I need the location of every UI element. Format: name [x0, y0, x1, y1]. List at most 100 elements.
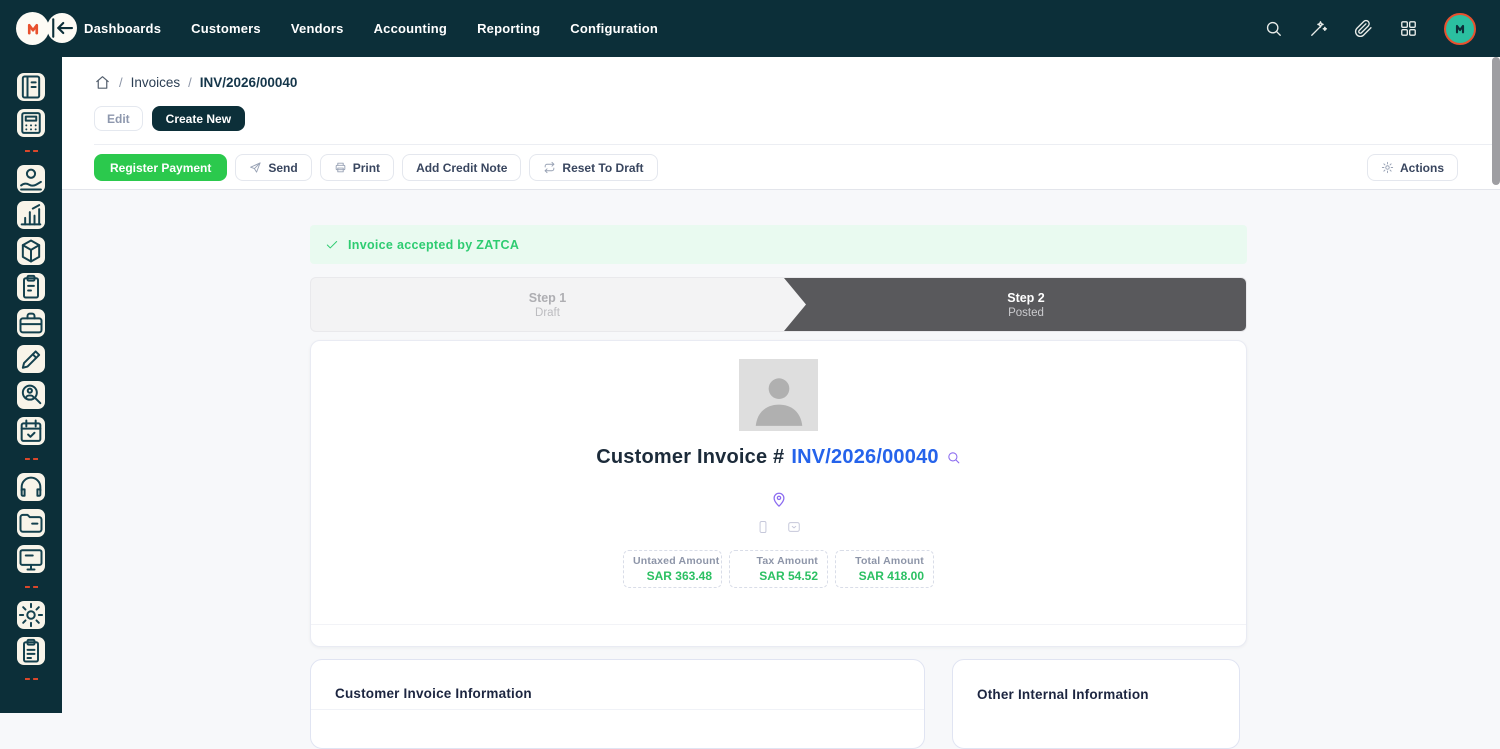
scrollbar-thumb[interactable] — [1492, 57, 1500, 185]
send-button[interactable]: Send — [235, 154, 311, 181]
sidebar-divider — [25, 678, 38, 680]
invoice-search-icon[interactable] — [946, 450, 961, 465]
customer-avatar-placeholder[interactable] — [739, 359, 818, 431]
add-credit-note-label: Add Credit Note — [416, 161, 507, 175]
sidebar — [0, 57, 62, 713]
sidebar-divider — [25, 458, 38, 460]
content-column: Invoice accepted by ZATCA Step 1 Draft S… — [310, 190, 1247, 749]
refresh-icon — [543, 161, 556, 174]
create-new-button[interactable]: Create New — [152, 106, 245, 131]
sidebar-divider — [25, 150, 38, 152]
sidebar-item-calculator-report[interactable] — [17, 109, 45, 137]
sidebar-item-hand-money[interactable] — [17, 165, 45, 193]
actions-button[interactable]: Actions — [1367, 154, 1458, 181]
step-1-label: Step 1 — [529, 291, 567, 305]
info-sections: Customer Invoice Information Other Inter… — [310, 659, 1247, 749]
sidebar-item-package-add[interactable] — [17, 237, 45, 265]
send-label: Send — [268, 161, 297, 175]
reset-to-draft-button[interactable]: Reset To Draft — [529, 154, 657, 181]
sidebar-item-clipboard-calculator[interactable] — [17, 273, 45, 301]
menu-item-dashboards[interactable]: Dashboards — [84, 21, 161, 36]
email-icon[interactable] — [787, 520, 801, 534]
amounts-row: Untaxed AmountSAR 363.48 Tax Amount SAR 54… — [623, 550, 934, 588]
bar-chart-icon — [17, 201, 45, 229]
paperclip-icon[interactable] — [1354, 19, 1373, 38]
apps-grid-icon[interactable] — [1399, 19, 1418, 38]
amount-box-total-amount: Total AmountSAR 418.00 — [835, 550, 934, 588]
add-credit-note-button[interactable]: Add Credit Note — [402, 154, 521, 181]
calendar-check-icon — [17, 417, 45, 445]
section-header: Customer Invoice Information — [311, 660, 924, 710]
collapse-sidebar-button[interactable] — [47, 13, 77, 43]
header-button-row: Edit Create New — [94, 106, 1468, 131]
register-payment-button[interactable]: Register Payment — [94, 154, 227, 181]
sidebar-item-gear[interactable] — [17, 601, 45, 629]
sidebar-item-monitor[interactable] — [17, 545, 45, 573]
amount-box-untaxed-amount: Untaxed AmountSAR 363.48 — [623, 550, 722, 588]
step-2-label: Step 2 — [1007, 291, 1045, 305]
invoice-title-prefix: Customer Invoice # — [596, 446, 784, 469]
gear-icon — [1381, 161, 1394, 174]
sidebar-item-bar-chart[interactable] — [17, 201, 45, 229]
sidebar-item-clipboard-list[interactable] — [17, 637, 45, 665]
breadcrumb-current: INV/2026/00040 — [200, 75, 298, 90]
step-posted[interactable]: Step 2 Posted — [784, 278, 1246, 331]
sidebar-item-search-user[interactable] — [17, 381, 45, 409]
menu-item-accounting[interactable]: Accounting — [374, 21, 448, 36]
reset-to-draft-label: Reset To Draft — [562, 161, 643, 175]
gear-icon — [17, 601, 45, 629]
navbar-right — [1264, 0, 1476, 57]
package-add-icon — [17, 237, 45, 265]
menu-item-customers[interactable]: Customers — [191, 21, 261, 36]
section-title: Other Internal Information — [977, 687, 1149, 702]
breadcrumb-separator: / — [119, 75, 123, 90]
amount-label: Tax Amount — [739, 555, 818, 567]
monitor-icon — [17, 545, 45, 573]
actions-label: Actions — [1400, 161, 1444, 175]
other-internal-information-card: Other Internal Information — [952, 659, 1240, 749]
page-scrollbar — [1492, 57, 1500, 713]
amount-label: Untaxed Amount — [633, 555, 712, 567]
breadcrumb-separator: / — [188, 75, 192, 90]
step-draft[interactable]: Step 1 Draft — [311, 278, 784, 331]
clipboard-list-icon — [17, 637, 45, 665]
sidebar-item-pencil-document[interactable] — [17, 345, 45, 373]
amount-value: SAR 418.00 — [845, 569, 924, 583]
print-button[interactable]: Print — [320, 154, 394, 181]
pencil-document-icon — [17, 345, 45, 373]
hand-money-icon — [17, 165, 45, 193]
invoice-card-footer — [311, 624, 1246, 646]
headset-icon — [17, 473, 45, 501]
menu-item-reporting[interactable]: Reporting — [477, 21, 540, 36]
edit-button[interactable]: Edit — [94, 106, 143, 131]
ledger-book-icon — [17, 73, 45, 101]
clipboard-calculator-icon — [17, 273, 45, 301]
sidebar-item-ledger-book[interactable] — [17, 73, 45, 101]
sidebar-item-folder-document[interactable] — [17, 509, 45, 537]
zatca-success-alert: Invoice accepted by ZATCA — [310, 225, 1247, 264]
user-avatar[interactable] — [1444, 13, 1476, 45]
map-pin-icon[interactable] — [770, 490, 788, 508]
printer-icon — [334, 161, 347, 174]
main-area: / Invoices / INV/2026/00040 Edit Create … — [62, 57, 1500, 713]
phone-icon[interactable] — [756, 520, 770, 534]
contact-icons — [756, 520, 801, 534]
brand-logo[interactable] — [16, 12, 49, 45]
home-icon[interactable] — [94, 74, 111, 91]
search-icon[interactable] — [1264, 19, 1283, 38]
alert-message: Invoice accepted by ZATCA — [348, 238, 519, 252]
step-indicator: Step 1 Draft Step 2 Posted — [310, 277, 1247, 332]
amount-value: SAR 54.52 — [739, 569, 818, 583]
menu-item-configuration[interactable]: Configuration — [570, 21, 658, 36]
magic-wand-icon[interactable] — [1309, 19, 1328, 38]
sidebar-item-calendar-check[interactable] — [17, 417, 45, 445]
print-label: Print — [353, 161, 380, 175]
step-2-status: Posted — [1008, 307, 1044, 319]
check-icon — [325, 238, 339, 252]
action-bar: Register Payment Send Print Add Credit N… — [94, 154, 1468, 181]
sidebar-item-headset[interactable] — [17, 473, 45, 501]
sidebar-item-briefcase[interactable] — [17, 309, 45, 337]
breadcrumb-invoices[interactable]: Invoices — [131, 75, 181, 90]
invoice-number-link[interactable]: INV/2026/00040 — [791, 446, 938, 469]
menu-item-vendors[interactable]: Vendors — [291, 21, 344, 36]
